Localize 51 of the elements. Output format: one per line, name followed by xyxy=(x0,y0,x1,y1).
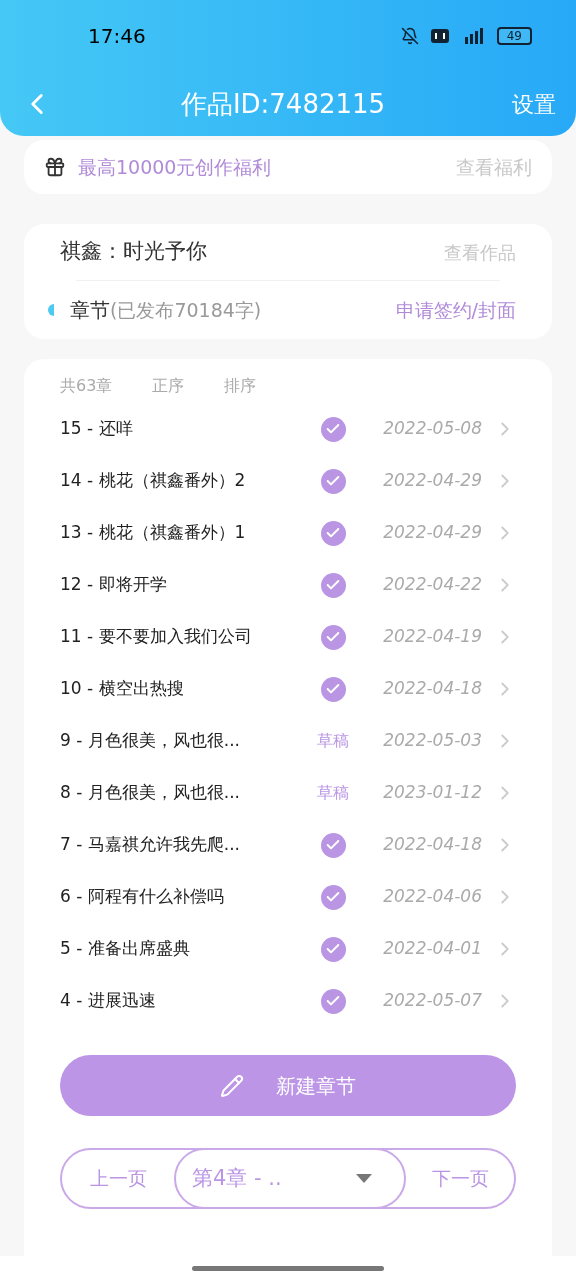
chapter-title: 7 - 马嘉祺允许我先爬... xyxy=(60,833,241,857)
gift-icon xyxy=(44,156,66,178)
chapter-date: 2022-04-22 xyxy=(383,573,482,597)
chapter-date: 2022-04-29 xyxy=(383,469,482,493)
chapter-title: 13 - 桃花（祺鑫番外）1 xyxy=(60,521,247,545)
status-time: 17:46 xyxy=(88,23,146,50)
chapter-row[interactable]: 8 - 月色很美，风也很... 草稿 2023-01-12 xyxy=(60,767,516,819)
welfare-text: 最高10000元创作福利 xyxy=(78,154,272,180)
chapter-date: 2022-04-06 xyxy=(383,885,482,909)
chapter-date: 2022-04-18 xyxy=(383,677,482,701)
chapter-row[interactable]: 7 - 马嘉祺允许我先爬... 2022-04-18 xyxy=(60,819,516,871)
chapter-title: 6 - 阿程有什么补偿吗 xyxy=(60,885,225,909)
chapter-title: 10 - 横空出热搜 xyxy=(60,677,185,701)
battery-indicator: 49 xyxy=(496,27,532,45)
chapter-date: 2022-04-18 xyxy=(383,833,482,857)
chapter-count: 共63章 xyxy=(60,375,113,397)
chapter-date: 2022-04-01 xyxy=(383,937,482,961)
chapter-row[interactable]: 11 - 要不要加入我们公司 2022-04-19 xyxy=(60,611,516,663)
chapter-row[interactable]: 5 - 准备出席盛典 2022-04-01 xyxy=(60,923,516,975)
pencil-icon xyxy=(220,1073,244,1098)
chapter-row[interactable]: 12 - 即将开学 2022-04-22 xyxy=(60,559,516,611)
chapters-info: (已发布70184字) xyxy=(110,297,262,323)
chapter-row[interactable]: 6 - 阿程有什么补偿吗 2022-04-06 xyxy=(60,871,516,923)
draft-label: 草稿 xyxy=(317,730,349,752)
page-title: 作品ID:7482115 xyxy=(179,87,387,121)
chapter-row[interactable]: 4 - 进展迅速 2022-05-07 xyxy=(60,975,516,1027)
chapters-label: 章节 xyxy=(70,297,110,324)
chapter-row[interactable]: 10 - 横空出热搜 2022-04-18 xyxy=(60,663,516,715)
chapter-title: 5 - 准备出席盛典 xyxy=(60,937,191,961)
chapter-title: 14 - 桃花（祺鑫番外）2 xyxy=(60,469,247,493)
dropdown-caret-icon xyxy=(356,1174,372,1183)
chapter-title: 8 - 月色很美，风也很... xyxy=(60,781,241,805)
chapter-title: 12 - 即将开学 xyxy=(60,573,168,597)
chapter-date: 2022-05-03 xyxy=(383,729,482,753)
chapter-title: 15 - 还咩 xyxy=(60,417,134,441)
chapter-title: 9 - 月色很美，风也很... xyxy=(60,729,241,753)
chapter-date: 2022-04-29 xyxy=(383,521,482,545)
chapter-date: 2022-05-08 xyxy=(383,417,482,441)
bell-off-icon xyxy=(400,27,419,45)
chapter-row[interactable]: 9 - 月色很美，风也很... 草稿 2022-05-03 xyxy=(60,715,516,767)
chapter-row[interactable]: 15 - 还咩 2022-05-08 xyxy=(60,403,516,455)
chapter-row[interactable]: 14 - 桃花（祺鑫番外）2 2022-04-29 xyxy=(60,455,516,507)
chapter-date: 2023-01-12 xyxy=(383,781,482,805)
chapter-title: 4 - 进展迅速 xyxy=(60,989,157,1013)
chapter-row[interactable]: 13 - 桃花（祺鑫番外）1 2022-04-29 xyxy=(60,507,516,559)
chapter-title: 11 - 要不要加入我们公司 xyxy=(60,625,253,649)
work-name: 祺鑫：时光予你 xyxy=(60,238,207,266)
draft-label: 草稿 xyxy=(317,782,349,804)
chapter-date: 2022-05-07 xyxy=(383,989,482,1013)
home-indicator[interactable] xyxy=(192,1265,384,1271)
chapter-date: 2022-04-19 xyxy=(383,625,482,649)
